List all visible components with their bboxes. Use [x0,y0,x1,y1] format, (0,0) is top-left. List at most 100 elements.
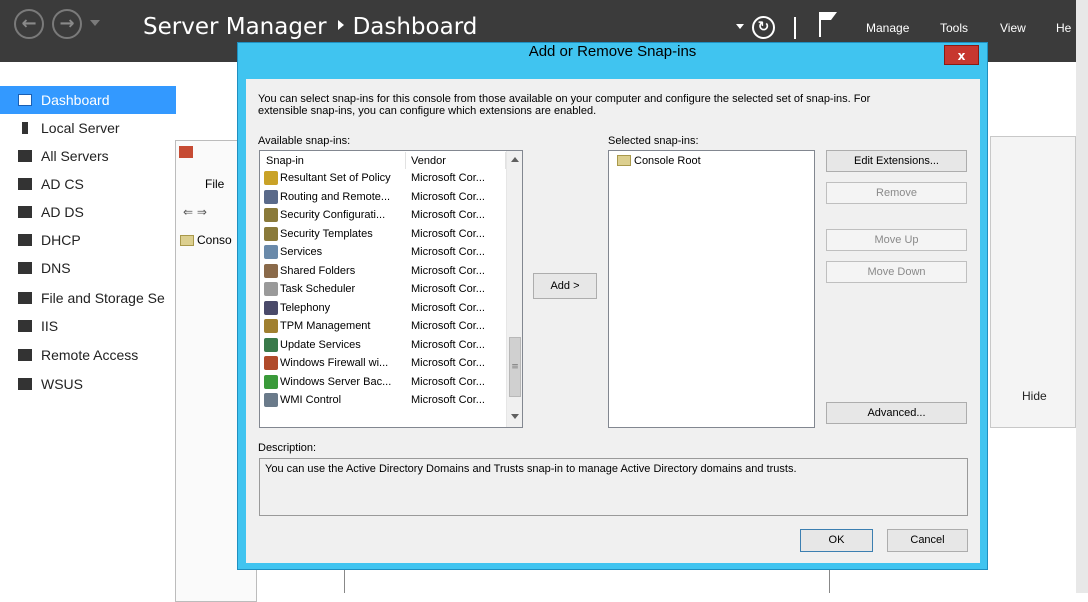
intro-line: You can select snap-ins for this console… [258,93,871,105]
scroll-thumb[interactable]: ≡ [509,337,521,397]
folder-icon [180,235,194,246]
sidebar-item-iis[interactable]: IIS [0,312,176,340]
move-up-button[interactable]: Move Up [826,229,967,251]
advanced-button[interactable]: Advanced... [826,402,967,424]
snapin-vendor: Microsoft Cor... [411,246,485,258]
sidebar-item-ad-ds[interactable]: AD DS [0,198,176,226]
list-item[interactable]: Windows Firewall wi... Microsoft Cor... [260,354,506,372]
wmi-icon [264,393,278,407]
snapin-vendor: Microsoft Cor... [411,172,485,184]
edit-extensions-button[interactable]: Edit Extensions... [826,150,967,172]
menu-view[interactable]: View [1000,21,1026,35]
list-item[interactable]: Windows Server Bac... Microsoft Cor... [260,373,506,391]
backup-icon [264,374,278,389]
menu-help[interactable]: He [1056,21,1071,35]
list-item[interactable]: Routing and Remote... Microsoft Cor... [260,188,506,206]
list-item[interactable]: Update Services Microsoft Cor... [260,336,506,354]
snapin-name: Update Services [280,338,361,351]
adcs-icon [18,178,32,190]
move-down-button[interactable]: Move Down [826,261,967,283]
selected-snapins-list[interactable]: Console Root [608,150,815,428]
column-header-vendor[interactable]: Vendor [411,155,446,167]
snapin-name: Routing and Remote... [280,190,391,203]
snapin-name: Shared Folders [280,264,356,277]
page-scrollbar[interactable] [1076,0,1088,593]
snapin-vendor: Microsoft Cor... [411,301,485,314]
back-arrow-icon[interactable]: ← [14,9,44,39]
sidebar-item-file-storage[interactable]: File and Storage Se [0,284,176,312]
snapin-vendor: Microsoft Cor... [411,264,485,277]
routing-icon [264,189,278,204]
mmc-nav-arrows-icon[interactable]: ⇐ ⇒ [183,205,207,219]
selected-snapins-label: Selected snap-ins: [608,135,699,147]
mmc-menu-file[interactable]: File [205,177,224,191]
sidebar-item-dashboard[interactable]: Dashboard [0,86,176,114]
snapin-name: WMI Control [280,394,342,406]
scroll-down-arrow-icon[interactable] [511,414,519,419]
close-button[interactable]: x [944,45,979,65]
list-item[interactable]: Task Scheduler Microsoft Cor... [260,280,506,298]
description-box: You can use the Active Directory Domains… [259,458,968,516]
selected-item-console-root[interactable]: Console Root [617,155,701,167]
add-button[interactable]: Add > [533,273,597,299]
forward-arrow-icon[interactable]: → [52,9,82,39]
list-item[interactable]: Telephony Microsoft Cor... [260,299,506,317]
snapin-name: Task Scheduler [280,283,356,295]
sidebar-item-local-server[interactable]: Local Server [0,114,176,142]
available-snapins-label: Available snap-ins: [258,135,351,147]
dns-icon [18,262,32,274]
list-item[interactable]: TPM Management Microsoft Cor... [260,317,506,335]
available-snapins-list[interactable]: Snap-in Vendor Resultant Set of Policy Mi… [259,150,523,428]
sidebar-item-all-servers[interactable]: All Servers [0,142,176,170]
mmc-tree-item[interactable]: Conso [180,233,232,247]
column-divider[interactable] [405,152,406,169]
toolbar-divider [794,17,796,39]
scroll-up-arrow-icon[interactable] [511,157,519,162]
shared-folders-icon [264,263,278,278]
list-item[interactable]: WMI Control Microsoft Cor... [260,391,506,409]
description-text: You can use the Active Directory Domains… [265,463,797,475]
refresh-icon[interactable]: ↻ [752,16,775,39]
sidebar-item-remote-access[interactable]: Remote Access [0,341,176,369]
list-item[interactable]: Security Templates Microsoft Cor... [260,225,506,243]
update-services-icon [264,337,278,352]
snapin-vendor: Microsoft Cor... [411,283,485,295]
list-header: Snap-in Vendor [260,151,506,170]
folder-icon [617,155,631,166]
sidebar-item-dns[interactable]: DNS [0,254,176,282]
remove-button[interactable]: Remove [826,182,967,204]
column-header-snapin[interactable]: Snap-in [266,155,304,167]
breadcrumb-dropdown-icon[interactable] [736,24,744,29]
snapin-vendor: Microsoft Cor... [411,375,485,388]
dialog-intro-text: You can select snap-ins for this console… [258,93,958,117]
sidebar-item-label: Remote Access [41,347,139,363]
sidebar-item-label: IIS [41,318,59,334]
remote-access-icon [18,349,32,361]
sidebar-item-ad-cs[interactable]: AD CS [0,170,176,198]
cancel-button[interactable]: Cancel [887,529,968,552]
sidebar-item-wsus[interactable]: WSUS [0,370,176,398]
sidebar-item-dhcp[interactable]: DHCP [0,226,176,254]
list-scrollbar[interactable]: ≡ [506,151,522,427]
list-item[interactable]: Security Configurati... Microsoft Cor... [260,206,506,224]
snapin-name: TPM Management [280,320,371,332]
ok-button[interactable]: OK [800,529,873,552]
dialog-title: Add or Remove Snap-ins [528,43,697,60]
snapin-vendor: Microsoft Cor... [411,209,485,221]
sidebar: Dashboard Local Server All Servers AD CS… [0,62,176,593]
list-item[interactable]: Shared Folders Microsoft Cor... [260,262,506,280]
list-item[interactable]: Resultant Set of Policy Microsoft Cor... [260,169,506,187]
hide-link[interactable]: Hide [1022,389,1047,403]
menu-tools[interactable]: Tools [940,21,968,35]
menu-manage[interactable]: Manage [866,21,909,35]
snapin-name: Windows Server Bac... [280,375,392,388]
servers-icon [18,150,32,162]
add-remove-snapins-dialog: Add or Remove Snap-ins x You can select … [237,42,988,570]
sidebar-item-label: WSUS [41,376,83,392]
sidebar-item-label: Dashboard [41,92,110,108]
list-item[interactable]: Services Microsoft Cor... [260,243,506,261]
history-dropdown-icon[interactable] [90,20,100,26]
telephony-icon [264,300,278,315]
snapin-vendor: Microsoft Cor... [411,338,485,351]
notifications-flag-icon[interactable] [817,10,839,38]
